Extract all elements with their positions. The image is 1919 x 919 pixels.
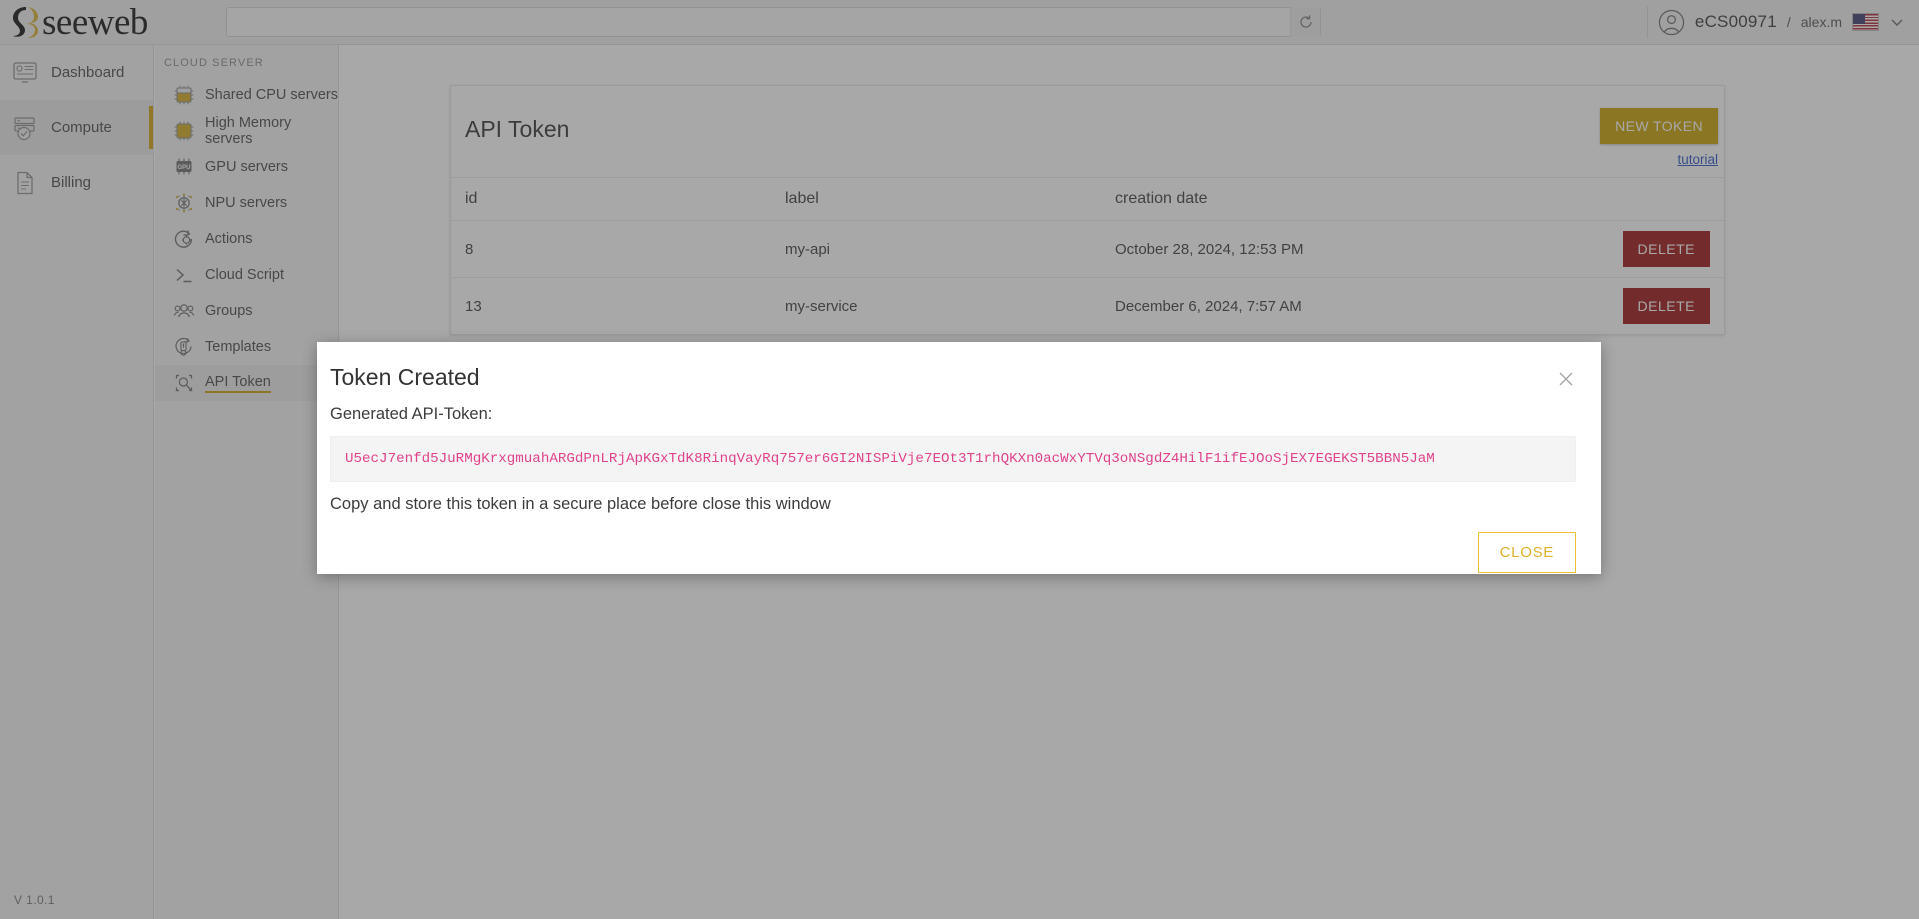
- close-button[interactable]: CLOSE: [1477, 532, 1576, 573]
- generated-token-value: U5ecJ7enfd5JuRMgKrxgmuahARGdPnLRjApKGxTd…: [345, 451, 1435, 467]
- app-root: seeweb eCS00971 / alex.m Dashboard Compu…: [0, 0, 1919, 919]
- generated-token-label: Generated API-Token:: [330, 405, 493, 423]
- generated-token-box[interactable]: U5ecJ7enfd5JuRMgKrxgmuahARGdPnLRjApKGxTd…: [330, 436, 1576, 482]
- dialog-footer: CLOSE: [330, 532, 1576, 573]
- close-x-icon[interactable]: [1556, 369, 1576, 389]
- dialog-titlebar: Token Created: [330, 364, 1576, 391]
- dialog-title: Token Created: [330, 364, 480, 390]
- token-created-dialog: Token Created Generated API-Token: U5ecJ…: [317, 342, 1601, 574]
- dialog-note: Copy and store this token in a secure pl…: [330, 495, 831, 513]
